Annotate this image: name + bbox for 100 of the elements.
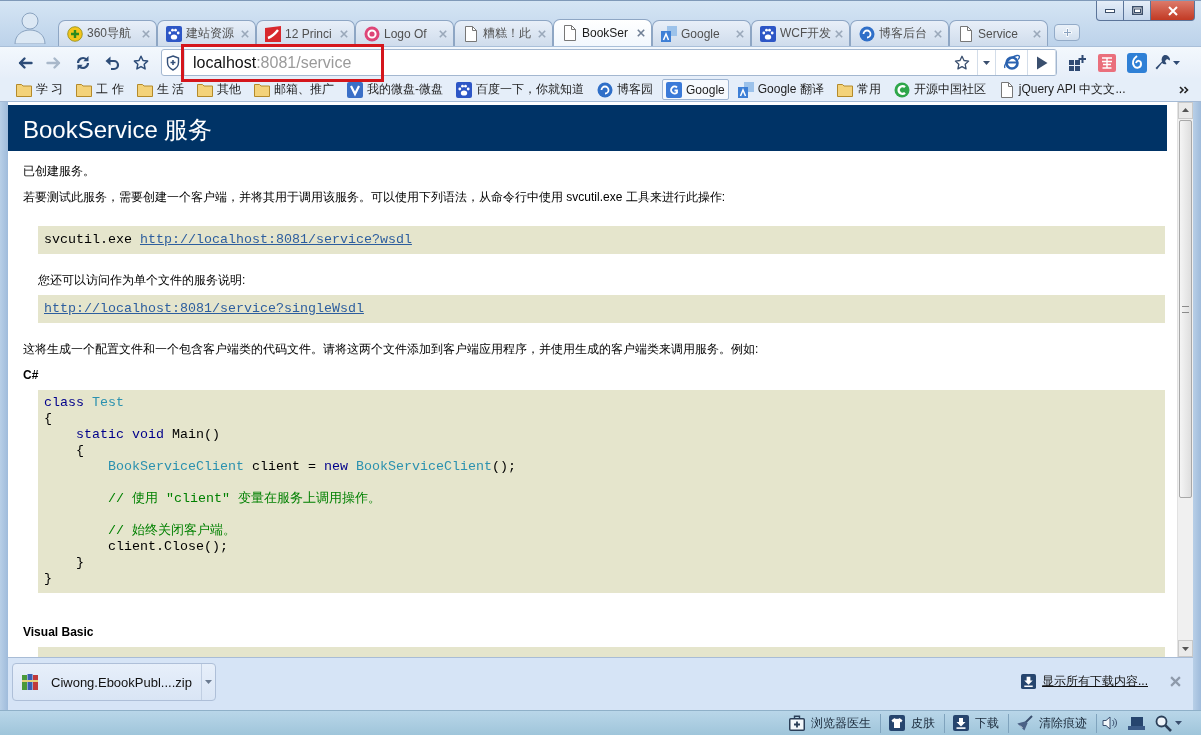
download-item[interactable]: Ciwong.EbookPubl....zip — [12, 663, 216, 701]
show-all-downloads-link[interactable]: 显示所有下载内容... — [1042, 673, 1148, 690]
close-icon — [142, 29, 150, 38]
browser-tab[interactable]: 糟糕！此 — [454, 20, 553, 46]
single-wsdl-link[interactable]: http://localhost:8081/service?singleWsdl — [44, 301, 364, 316]
bookmark-link[interactable]: 学 习 — [12, 79, 68, 100]
bookmark-link[interactable]: 工 作 — [72, 79, 128, 100]
page-icon — [998, 81, 1015, 98]
maximize-icon — [1131, 6, 1143, 15]
bookmark-link[interactable]: 开源中国社区 — [889, 79, 990, 100]
caret-icon — [1175, 721, 1182, 725]
monitor-icon — [1128, 716, 1145, 730]
bookmark-link[interactable]: 其他 — [193, 79, 246, 100]
skin-button[interactable]: 皮肤 — [881, 713, 945, 733]
close-icon — [1170, 676, 1181, 687]
close-icon — [538, 29, 546, 38]
browser-tab[interactable]: WCF开发 — [751, 20, 850, 46]
maximize-button[interactable] — [1123, 1, 1151, 21]
browser-tab[interactable]: 360导航 — [58, 20, 157, 46]
stamp-tile-icon — [1098, 53, 1116, 72]
double-chevron-icon — [1179, 85, 1189, 94]
grid-plus-icon — [1068, 54, 1086, 71]
close-icon — [637, 29, 645, 37]
swoosh-tile-icon — [265, 25, 281, 42]
folder-icon — [16, 81, 32, 98]
caret-icon — [1173, 60, 1180, 65]
close-icon — [835, 29, 844, 38]
arrow-left-icon — [17, 54, 33, 71]
crescent-icon — [893, 81, 910, 98]
bookmark-link[interactable]: 常用 — [832, 79, 885, 100]
browser-tab[interactable]: 建站资源 — [157, 20, 256, 46]
shield-icon[interactable] — [166, 54, 180, 71]
shirt-tile-icon — [889, 715, 905, 731]
speaker-icon — [1102, 715, 1118, 731]
minimize-button[interactable] — [1096, 1, 1124, 21]
folder-icon — [254, 81, 271, 98]
section-heading: Visual Basic — [23, 624, 95, 640]
scroll-down-icon[interactable] — [1178, 640, 1193, 657]
scroll-up-icon[interactable] — [1178, 102, 1193, 119]
overlap-tiles-icon — [737, 81, 754, 98]
close-icon — [934, 29, 942, 38]
bookmark-link[interactable]: 生 活 — [132, 79, 189, 100]
close-icon — [736, 29, 744, 38]
first-aid-kit-icon — [789, 715, 805, 731]
page-icon — [463, 25, 479, 42]
folder-icon — [836, 81, 853, 98]
browser-tab[interactable]: Service — [949, 20, 1048, 46]
bookmark-link[interactable]: jQuery API 中文文... — [994, 79, 1130, 100]
bookmark-link[interactable]: 我的微盘-微盘 — [343, 79, 448, 100]
undo-arrow-icon — [104, 54, 120, 71]
code-line: // 使用 "client" 变量在服务上调用操作。 — [108, 491, 381, 506]
code-line: } — [44, 571, 52, 586]
star-icon — [133, 54, 149, 71]
bookmark-link[interactable]: Google — [662, 79, 729, 100]
page-title: BookService 服务 — [23, 115, 213, 145]
scrollbar[interactable] — [1177, 102, 1193, 657]
code-line: { — [44, 411, 52, 426]
folder-icon — [76, 81, 93, 98]
code-line: { — [76, 443, 84, 458]
downloads-button[interactable]: 下载 — [945, 713, 1009, 733]
close-icon — [241, 29, 249, 38]
page-icon — [562, 25, 578, 41]
swirl-circle-icon — [859, 25, 875, 42]
code-line: BookServiceClient client = new BookServiceClient(); — [108, 459, 516, 474]
browser-tab[interactable]: BookSer — [553, 19, 652, 46]
swirl-circle-icon — [597, 81, 614, 98]
page-icon — [958, 25, 974, 42]
orbit-logo-icon[interactable] — [1002, 54, 1021, 71]
bookmark-link[interactable]: 邮箱、推广 — [250, 79, 339, 100]
star-icon[interactable] — [953, 54, 970, 71]
plus-icon — [1062, 28, 1072, 37]
close-window-button[interactable] — [1150, 1, 1195, 21]
arc-tile-icon — [666, 81, 683, 98]
code-line: class Test — [44, 395, 124, 410]
browser-tab[interactable]: Google — [652, 20, 751, 46]
caret-icon — [205, 680, 212, 684]
ring-icon — [364, 25, 380, 42]
overlap-tiles-icon — [661, 25, 677, 42]
wrench-icon — [1154, 54, 1171, 71]
play-icon[interactable] — [1035, 55, 1048, 70]
instruction-text: 若要测试此服务，需要创建一个客户端，并将其用于调用该服务。可以使用下列语法，从命令行中使用 svcutil.exe 工具来进行此操作: — [23, 189, 727, 205]
wsdl-link[interactable]: http://localhost:8081/service?wsdl — [140, 232, 412, 247]
clear-traces-button[interactable]: 清除痕迹 — [1009, 713, 1097, 733]
more-bookmarks-button[interactable] — [1177, 83, 1191, 96]
scrollbar-thumb[interactable] — [1179, 120, 1192, 498]
browser-doctor-button[interactable]: 浏览器医生 — [781, 713, 881, 733]
browser-tab[interactable]: 12 Princi — [256, 20, 355, 46]
section-heading: C# — [23, 367, 40, 383]
command-text: svcutil.exe — [44, 232, 133, 247]
bookmark-link[interactable]: 博客园 — [593, 79, 658, 100]
folder-icon — [197, 81, 214, 98]
bookmark-link[interactable]: Google 翻译 — [733, 79, 828, 100]
browser-tab[interactable]: 博客后台 — [850, 20, 949, 46]
folder-icon — [136, 81, 153, 98]
arrow-right-icon — [46, 54, 62, 71]
close-icon — [439, 29, 447, 38]
close-icon — [1033, 29, 1041, 38]
bookmark-link[interactable]: 百度一下，你就知道 — [452, 79, 589, 100]
code-line: // 始终关闭客户端。 — [108, 523, 236, 538]
browser-tab[interactable]: Logo Of — [355, 20, 454, 46]
